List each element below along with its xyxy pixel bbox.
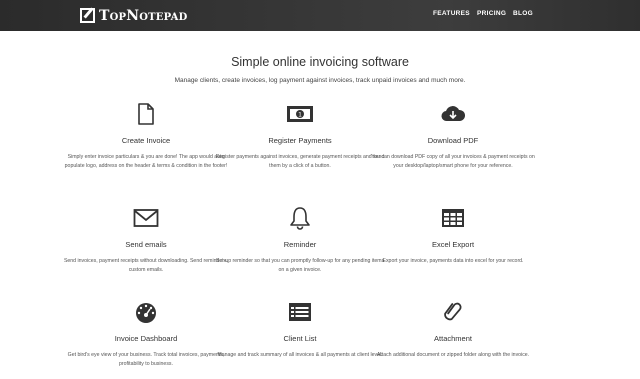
table-icon bbox=[368, 206, 538, 230]
list-icon bbox=[215, 300, 385, 324]
document-icon bbox=[61, 102, 231, 126]
nav-pricing-link[interactable]: PRICING bbox=[477, 10, 506, 17]
feature-description: Get bird's eye view of your business. Tr… bbox=[67, 352, 225, 367]
money-icon: 1 bbox=[215, 102, 385, 126]
feature-invoice-dashboard: Invoice Dashboard Get bird's eye view of… bbox=[61, 300, 231, 369]
feature-description: Simply enter invoice particulars & you a… bbox=[64, 154, 228, 169]
feature-description: Send invoices, payment receipts without … bbox=[63, 258, 229, 273]
feature-title: Send emails bbox=[125, 240, 167, 249]
logo[interactable]: TopNotepad bbox=[80, 7, 187, 24]
nav-features-link[interactable]: FEATURES bbox=[433, 10, 470, 17]
feature-send-emails: Send emails Send invoices, payment recei… bbox=[61, 206, 231, 275]
feature-title: Excel Export bbox=[431, 240, 475, 249]
feature-description: Register payments against invoices, gene… bbox=[215, 154, 385, 169]
hero-subtitle: Manage clients, create invoices, log pay… bbox=[174, 77, 466, 84]
dashboard-icon bbox=[61, 300, 231, 324]
feature-description: Set-up reminder so that you can promptly… bbox=[215, 258, 385, 273]
feature-title: Register Payments bbox=[268, 136, 332, 145]
feature-create-invoice: Create Invoice Simply enter invoice part… bbox=[61, 102, 231, 171]
envelope-icon bbox=[61, 206, 231, 230]
feature-description: Manage and track summary of all invoices… bbox=[217, 352, 383, 358]
feature-title: Create Invoice bbox=[121, 136, 171, 145]
paperclip-icon bbox=[368, 300, 538, 324]
feature-title: Attachment bbox=[434, 334, 472, 343]
feature-title: Client List bbox=[283, 334, 317, 343]
feature-register-payments: 1 Register Payments Register payments ag… bbox=[215, 102, 385, 171]
feature-download-pdf: Download PDF You can download PDF copy o… bbox=[368, 102, 538, 171]
nav-blog-link[interactable]: BLOG bbox=[513, 10, 533, 17]
svg-text:1: 1 bbox=[298, 112, 302, 119]
top-navbar: TopNotepad FEATURES PRICING BLOG bbox=[0, 0, 640, 31]
hero-title: Simple online invoicing software bbox=[231, 55, 409, 69]
feature-description: You can download PDF copy of all your in… bbox=[371, 154, 535, 169]
feature-description: Attach additional document or zipped fol… bbox=[376, 352, 530, 358]
feature-title: Reminder bbox=[283, 240, 317, 249]
feature-excel-export: Excel Export Export your invoice, paymen… bbox=[368, 206, 538, 266]
feature-description: Export your invoice, payments data into … bbox=[382, 258, 524, 264]
bell-icon bbox=[215, 206, 385, 230]
notepad-logo-icon bbox=[80, 8, 95, 23]
feature-title: Invoice Dashboard bbox=[114, 334, 178, 343]
logo-text: TopNotepad bbox=[99, 7, 188, 24]
feature-attachment: Attachment Attach additional document or… bbox=[368, 300, 538, 360]
feature-client-list: Client List Manage and track summary of … bbox=[215, 300, 385, 360]
cloud-download-icon bbox=[368, 102, 538, 126]
feature-title: Download PDF bbox=[427, 136, 479, 145]
feature-reminder: Reminder Set-up reminder so that you can… bbox=[215, 206, 385, 275]
